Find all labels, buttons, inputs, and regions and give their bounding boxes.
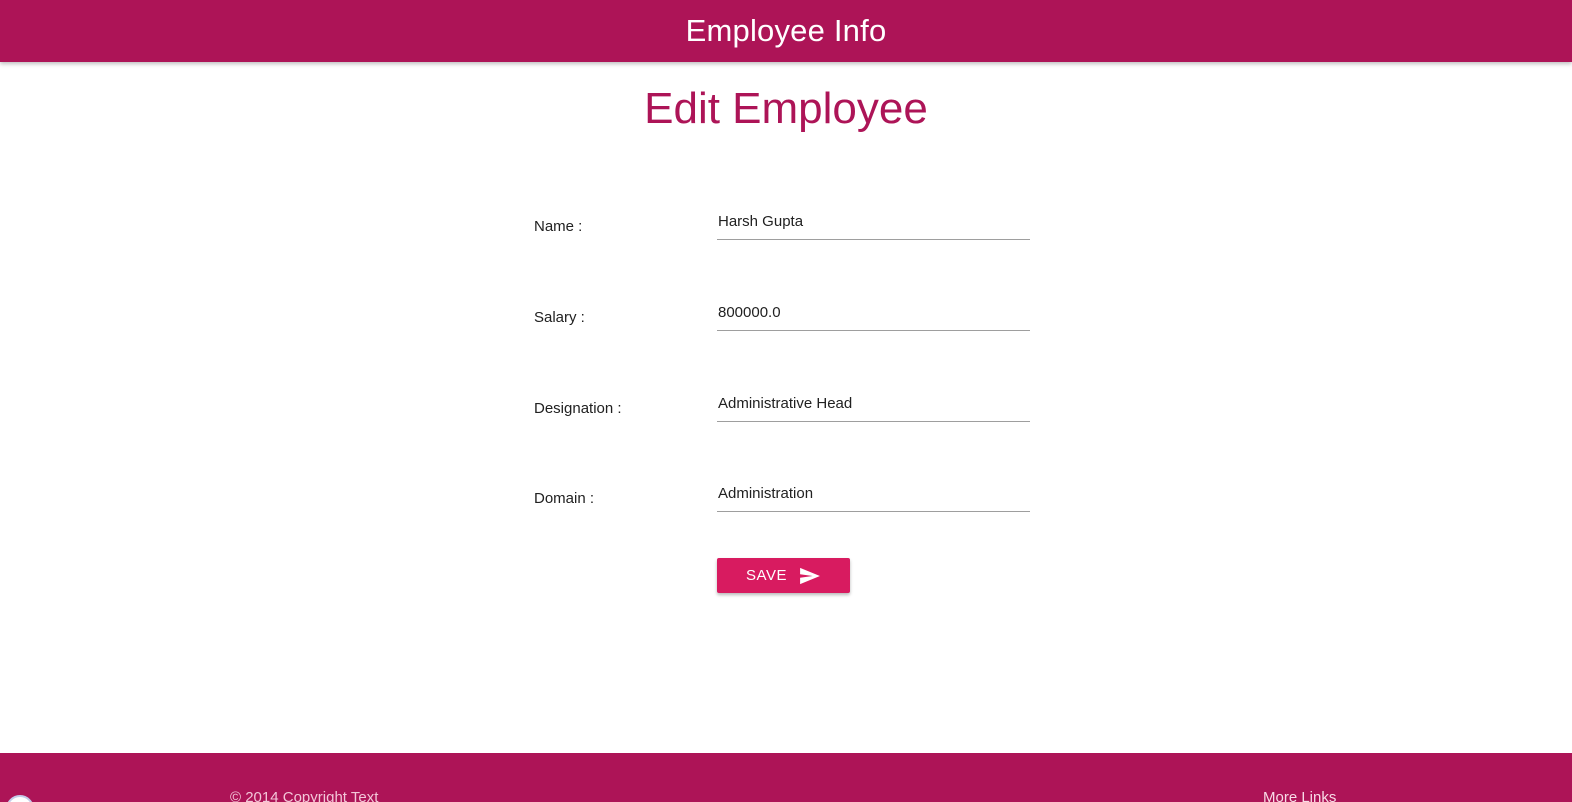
save-button-label: SAVE bbox=[746, 567, 787, 584]
footer-copyright: © 2014 Copyright Text bbox=[230, 789, 379, 802]
salary-label: Salary : bbox=[534, 309, 585, 326]
form-row-designation: Designation : bbox=[534, 386, 1034, 436]
domain-label: Domain : bbox=[534, 490, 595, 507]
more-links-link[interactable]: More Links bbox=[1263, 789, 1336, 802]
top-app-bar: Employee Info bbox=[0, 0, 1572, 62]
designation-field[interactable] bbox=[717, 386, 1030, 422]
page-footer: © 2014 Copyright Text More Links bbox=[0, 753, 1572, 802]
form-row-name: Name : bbox=[534, 204, 1034, 254]
app-title: Employee Info bbox=[685, 13, 887, 48]
page-title: Edit Employee bbox=[644, 84, 928, 133]
save-button[interactable]: SAVE bbox=[717, 558, 850, 593]
name-field[interactable] bbox=[717, 204, 1030, 240]
footer-badge-icon bbox=[6, 795, 34, 802]
form-row-salary: Salary : bbox=[534, 295, 1034, 345]
designation-label: Designation : bbox=[534, 400, 622, 417]
name-label: Name : bbox=[534, 218, 583, 235]
domain-field[interactable] bbox=[717, 476, 1030, 512]
salary-field[interactable] bbox=[717, 295, 1030, 331]
form-row-domain: Domain : bbox=[534, 476, 1034, 526]
send-icon bbox=[799, 567, 821, 585]
